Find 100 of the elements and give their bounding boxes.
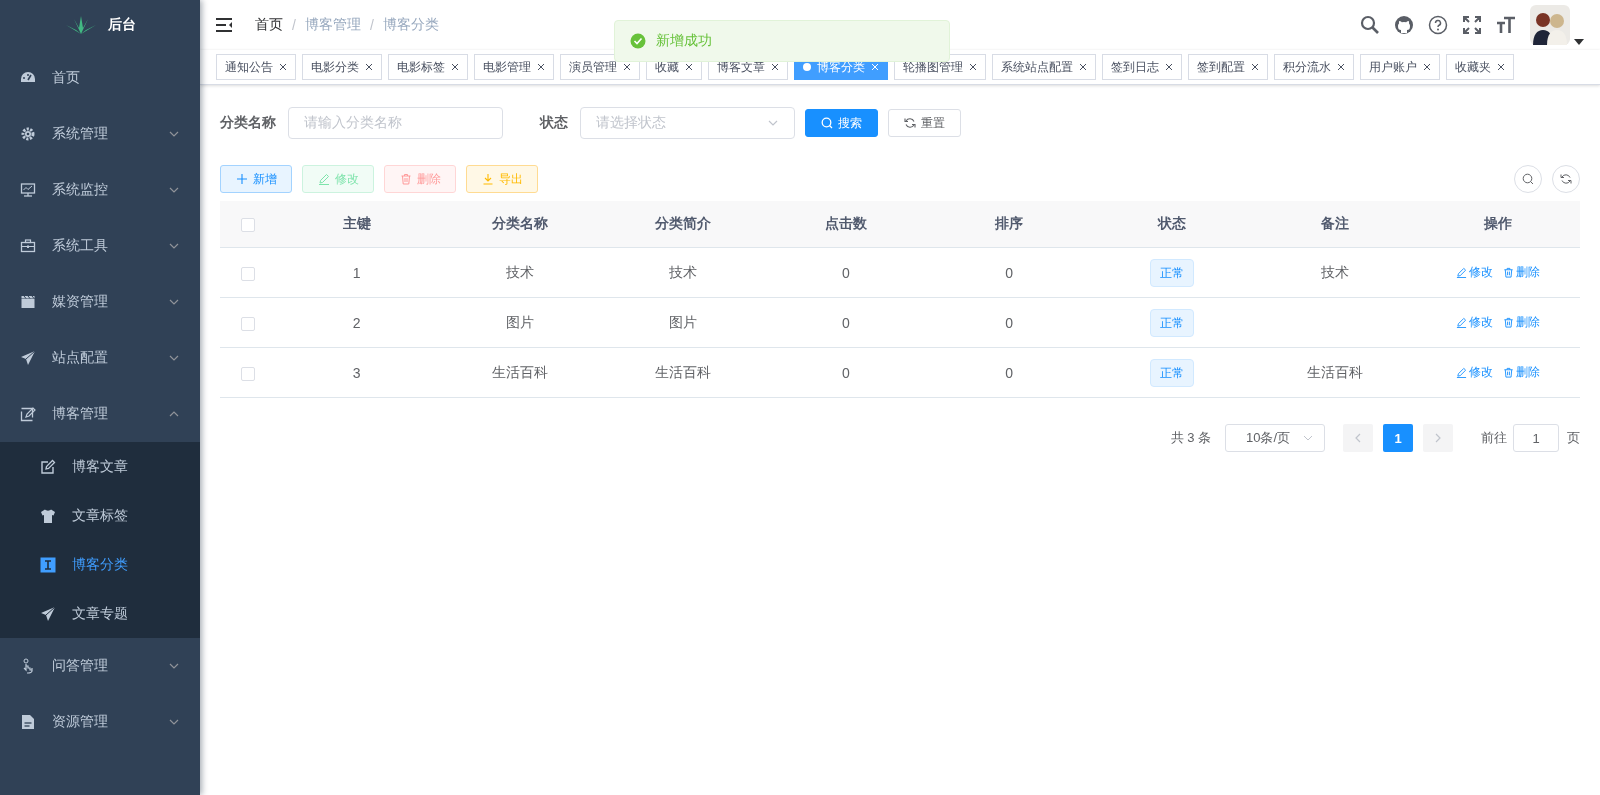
menu-item[interactable]: 博客管理 [0, 386, 200, 442]
tab[interactable]: 收藏夹 [1446, 54, 1514, 80]
breadcrumb-item: 博客分类 [382, 16, 439, 34]
close-icon[interactable] [537, 63, 545, 71]
tab[interactable]: 通知公告 [216, 54, 296, 80]
tab[interactable]: 电影分类 [302, 54, 382, 80]
table-cell: 图片 [505, 313, 534, 330]
table-cell: 0 [842, 264, 850, 281]
menu-item[interactable]: 系统监控 [0, 162, 200, 218]
caret-down-icon[interactable] [1574, 39, 1584, 45]
menu-item[interactable]: 媒资管理 [0, 274, 200, 330]
edit-link[interactable]: 修改 [1456, 364, 1494, 381]
close-icon[interactable] [1423, 63, 1431, 71]
submenu-item[interactable]: 文章标签 [0, 491, 200, 540]
close-icon[interactable] [279, 63, 287, 71]
refresh-icon [1560, 173, 1572, 185]
page-size-select[interactable]: 10条/页 [1225, 424, 1325, 452]
submenu-item[interactable]: 博客分类 [0, 540, 200, 589]
pencil-icon [1456, 317, 1468, 328]
delete-link[interactable]: 删除 [1503, 364, 1541, 381]
refresh-button[interactable] [1552, 165, 1580, 193]
paper-plane-icon [20, 350, 36, 366]
column-header: 点击数 [764, 201, 928, 248]
status-tag: 正常 [1150, 358, 1195, 387]
column-header: 主键 [275, 201, 439, 248]
close-icon[interactable] [1497, 63, 1505, 71]
logo-title: 后台 [108, 16, 136, 34]
table-cell: 生活百科 [1307, 363, 1364, 380]
menu-item[interactable]: 系统管理 [0, 106, 200, 162]
table-cell: 技术 [668, 263, 697, 280]
clapperboard-icon [20, 294, 36, 310]
delete-link[interactable]: 删除 [1503, 264, 1541, 281]
download-icon [481, 173, 494, 185]
table-cell: 图片 [668, 313, 697, 330]
refresh-icon [904, 117, 916, 129]
menu-item[interactable]: 资源管理 [0, 694, 200, 750]
breadcrumb-item: 博客管理 [304, 16, 361, 34]
row-checkbox[interactable] [240, 366, 255, 381]
delete-link[interactable]: 删除 [1503, 314, 1541, 331]
check-circle-icon [630, 33, 646, 49]
tab[interactable]: 签到日志 [1102, 54, 1182, 80]
menu-toggle-icon [215, 17, 233, 33]
menu-item[interactable]: 站点配置 [0, 330, 200, 386]
close-icon[interactable] [1337, 63, 1345, 71]
close-icon[interactable] [1165, 63, 1173, 71]
search-icon[interactable] [1360, 15, 1380, 35]
fullscreen-icon[interactable] [1462, 15, 1482, 35]
chevron-right-icon [1433, 433, 1443, 443]
close-icon[interactable] [1251, 63, 1259, 71]
table-cell: 1 [352, 264, 361, 281]
close-icon[interactable] [623, 63, 631, 71]
tab[interactable]: 演员管理 [560, 54, 640, 80]
close-icon[interactable] [1079, 63, 1087, 71]
close-icon[interactable] [771, 63, 779, 71]
edit-link[interactable]: 修改 [1456, 264, 1494, 281]
tab[interactable]: 系统站点配置 [992, 54, 1096, 80]
tab[interactable]: 电影管理 [474, 54, 554, 80]
tab[interactable]: 签到配置 [1188, 54, 1268, 80]
pencil-icon [1456, 367, 1468, 378]
close-icon[interactable] [451, 63, 459, 71]
table-cell: 0 [1005, 314, 1013, 331]
search-toggle-button[interactable] [1514, 165, 1542, 193]
edit-icon [20, 406, 36, 422]
font-size-icon[interactable] [1496, 15, 1516, 35]
goto-label: 前往 [1481, 429, 1507, 447]
status-tag: 正常 [1150, 258, 1195, 287]
table-cell: 0 [1005, 264, 1013, 281]
breadcrumb-separator: / [292, 17, 296, 33]
edit-link[interactable]: 修改 [1456, 314, 1494, 331]
close-icon[interactable] [365, 63, 373, 71]
table-cell: 0 [842, 314, 850, 331]
reset-button[interactable]: 重置 [888, 109, 961, 137]
close-icon[interactable] [685, 63, 693, 71]
help-icon[interactable] [1428, 15, 1448, 35]
row-checkbox[interactable] [240, 266, 255, 281]
shirt-icon [40, 507, 56, 524]
submenu-item[interactable]: 博客文章 [0, 442, 200, 491]
tab[interactable]: 电影标签 [388, 54, 468, 80]
table-cell: 2 [352, 314, 361, 331]
toast-message: 新增成功 [656, 32, 712, 50]
column-header: 备注 [1253, 201, 1417, 248]
table-cell: 0 [1005, 364, 1013, 381]
close-icon[interactable] [969, 63, 977, 71]
breadcrumb-item[interactable]: 首页 [255, 16, 283, 34]
page-input[interactable]: 1 [1513, 424, 1559, 452]
submenu-item[interactable]: 文章专题 [0, 589, 200, 638]
menu-item[interactable]: 首页 [0, 50, 200, 106]
tab[interactable]: 用户账户 [1360, 54, 1440, 80]
text-cursor-icon [40, 556, 56, 573]
tab[interactable]: 积分流水 [1274, 54, 1354, 80]
search-icon [821, 117, 833, 129]
table-cell: 生活百科 [491, 363, 548, 380]
avatar[interactable] [1530, 5, 1570, 45]
row-checkbox[interactable] [240, 316, 255, 331]
select-all-checkbox[interactable] [240, 218, 255, 233]
menu-item[interactable]: 问答管理 [0, 638, 200, 694]
cat-silhouette-icon[interactable] [1394, 15, 1414, 35]
menu-item[interactable]: 系统工具 [0, 218, 200, 274]
table-cell: 技术 [1321, 263, 1350, 280]
document-icon [20, 714, 36, 730]
